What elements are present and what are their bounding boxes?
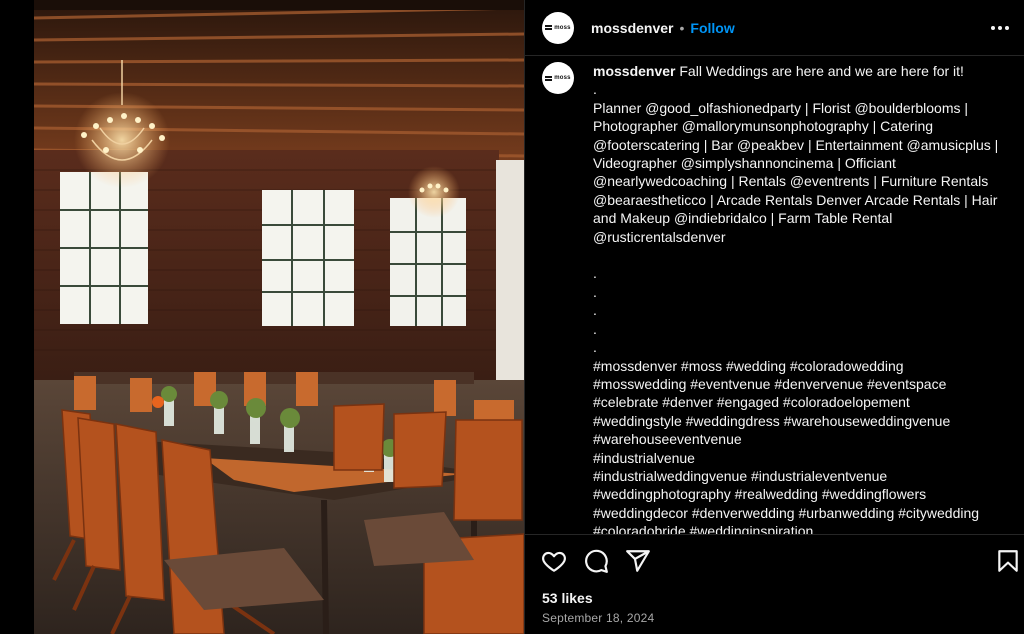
caption-text: mossdenver Fall Weddings are here and we…	[593, 62, 1009, 534]
post-header: moss mossdenver • Follow	[525, 0, 1024, 56]
caption-username[interactable]: mossdenver	[593, 63, 675, 79]
post-image[interactable]	[34, 0, 524, 634]
avatar-text: moss	[554, 75, 571, 81]
more-horizontal-icon[interactable]	[991, 20, 1009, 36]
post-details-panel: moss mossdenver • Follow moss mossdenver…	[524, 0, 1024, 634]
profile-avatar[interactable]: moss	[542, 11, 574, 44]
share-icon[interactable]	[625, 548, 651, 574]
more-dot	[1005, 25, 1009, 30]
action-bar	[525, 534, 1024, 584]
logo-mark-icon	[545, 25, 553, 30]
window	[262, 190, 354, 326]
more-dot	[991, 25, 995, 30]
likes-count[interactable]: 53 likes	[542, 590, 593, 606]
left-gutter	[0, 0, 34, 634]
wedding-venue-photo	[34, 0, 524, 634]
caption-section: moss mossdenver Fall Weddings are here a…	[525, 56, 1024, 534]
separator-dot: •	[679, 19, 685, 36]
comment-icon[interactable]	[583, 548, 609, 574]
avatar-text: moss	[554, 24, 571, 31]
window	[60, 172, 148, 324]
caption-content: Fall Weddings are here and we are here f…	[593, 63, 999, 534]
more-dot	[998, 25, 1002, 30]
header-username[interactable]: mossdenver	[591, 20, 673, 36]
follow-button[interactable]: Follow	[690, 20, 734, 36]
bookmark-icon[interactable]	[995, 548, 1021, 574]
logo-mark-icon	[545, 75, 553, 81]
heart-icon[interactable]	[541, 548, 567, 574]
caption-avatar[interactable]: moss	[542, 62, 574, 94]
post-date[interactable]: September 18, 2024	[542, 611, 654, 625]
